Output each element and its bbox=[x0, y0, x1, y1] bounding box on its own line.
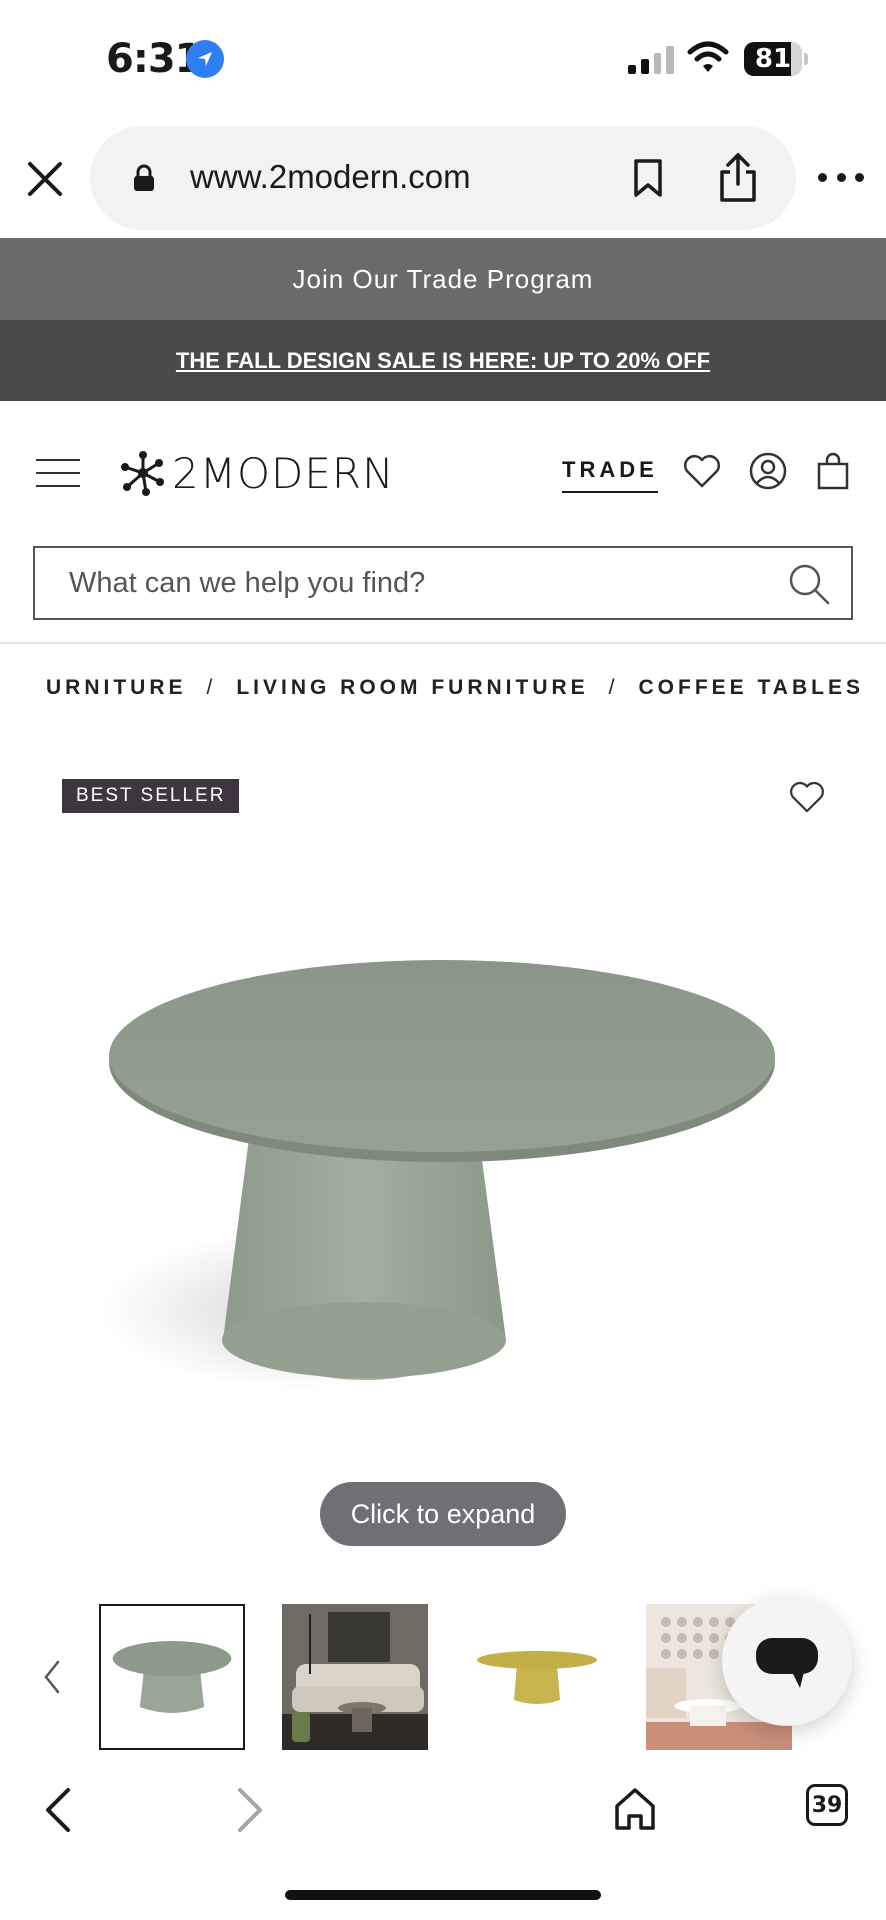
breadcrumb-separator: / bbox=[206, 676, 217, 699]
shopping-bag-icon[interactable] bbox=[816, 451, 850, 491]
trade-program-banner[interactable]: Join Our Trade Program bbox=[0, 238, 886, 320]
thumbnail-sage-table[interactable] bbox=[99, 1604, 245, 1750]
status-bar: 6:31 81 bbox=[0, 0, 886, 118]
site-logo[interactable]: 2MODERN bbox=[120, 443, 395, 503]
tabs-count-button[interactable]: 39 bbox=[806, 1784, 848, 1826]
sale-banner[interactable]: THE FALL DESIGN SALE IS HERE: UP TO 20% … bbox=[0, 320, 886, 401]
breadcrumb-item-furniture[interactable]: URNITURE bbox=[46, 676, 187, 700]
breadcrumb-item-coffee-tables[interactable]: COFFEE TABLES bbox=[639, 676, 864, 700]
thumbnail-yellow-table[interactable] bbox=[464, 1604, 610, 1750]
share-icon[interactable] bbox=[716, 152, 760, 204]
thumbnail-living-room-scene[interactable] bbox=[282, 1604, 428, 1750]
breadcrumb: URNITURE / LIVING ROOM FURNITURE / COFFE… bbox=[0, 672, 886, 708]
battery-icon: 81 bbox=[744, 42, 808, 76]
forward-icon[interactable] bbox=[232, 1784, 268, 1836]
best-seller-badge: BEST SELLER bbox=[62, 779, 240, 813]
browser-address-bar: www.2modern.com bbox=[0, 118, 886, 238]
site-header: 2MODERN TRADE bbox=[0, 401, 886, 541]
cellular-signal-icon bbox=[628, 46, 674, 74]
breadcrumb-separator: / bbox=[608, 676, 619, 699]
close-icon[interactable] bbox=[22, 156, 68, 202]
breadcrumb-item-living-room-furniture[interactable]: LIVING ROOM FURNITURE bbox=[236, 676, 588, 700]
browser-bottom-toolbar: 39 bbox=[0, 1758, 886, 1920]
thumbnail-prev-icon[interactable] bbox=[40, 1658, 64, 1696]
hamburger-icon[interactable] bbox=[36, 459, 80, 487]
wishlist-heart-icon[interactable] bbox=[682, 453, 722, 489]
chat-button[interactable] bbox=[722, 1596, 852, 1726]
add-to-wishlist-heart-icon[interactable] bbox=[788, 780, 826, 814]
logo-text: 2MODERN bbox=[172, 448, 395, 498]
url-field[interactable]: www.2modern.com bbox=[90, 126, 796, 230]
bookmark-icon[interactable] bbox=[630, 158, 666, 198]
more-icon[interactable] bbox=[818, 170, 864, 184]
battery-level: 81 bbox=[754, 44, 792, 74]
location-arrow-icon bbox=[186, 40, 224, 78]
home-indicator bbox=[285, 1890, 601, 1900]
trade-link[interactable]: TRADE bbox=[562, 457, 658, 493]
home-icon[interactable] bbox=[612, 1784, 658, 1834]
header-divider bbox=[0, 642, 886, 644]
click-to-expand-button[interactable]: Click to expand bbox=[320, 1482, 566, 1546]
user-account-icon[interactable] bbox=[748, 451, 788, 491]
back-icon[interactable] bbox=[40, 1784, 76, 1836]
url-text: www.2modern.com bbox=[190, 158, 471, 195]
logo-mark-icon bbox=[121, 451, 164, 496]
search-input[interactable] bbox=[35, 548, 775, 618]
product-gallery: BEST SELLER Click to expand bbox=[0, 740, 886, 1560]
chat-icon bbox=[756, 1638, 818, 1688]
search-bar bbox=[33, 546, 853, 620]
search-icon[interactable] bbox=[787, 562, 831, 606]
lock-icon bbox=[132, 164, 156, 192]
wifi-icon bbox=[686, 40, 730, 76]
product-image[interactable] bbox=[90, 940, 800, 1400]
